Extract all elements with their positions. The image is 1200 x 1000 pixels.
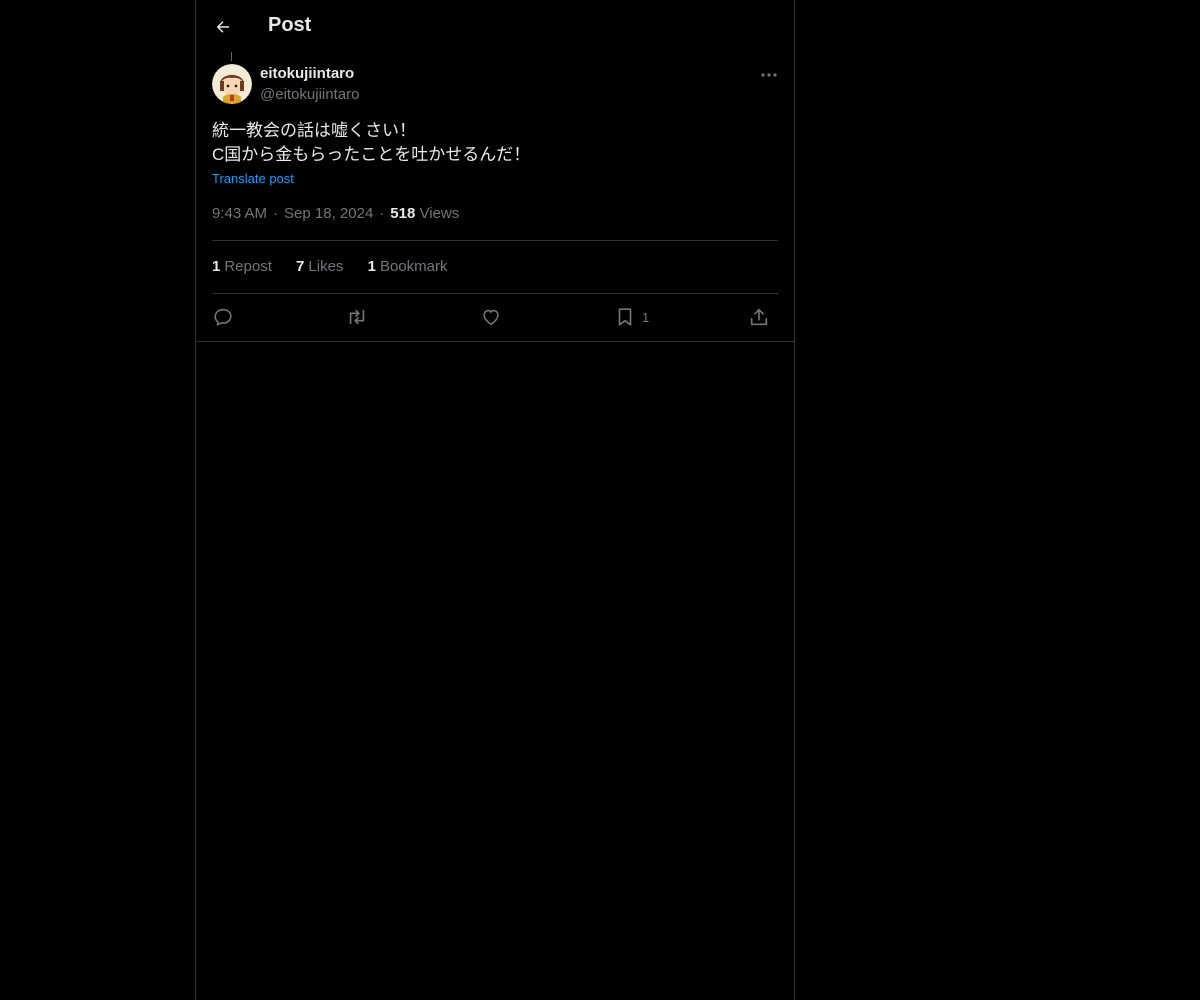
- post-detail-column: Post eitokujiintaro @eitokujiintaro 統一教会…: [195, 0, 795, 1000]
- post-bottom-border: [196, 341, 794, 342]
- separator-dot: ·: [379, 205, 385, 222]
- share-icon: [750, 308, 768, 326]
- more-options-button[interactable]: [756, 64, 782, 86]
- bookmarks-stat[interactable]: 1 Bookmark: [368, 258, 448, 275]
- repost-button[interactable]: [346, 304, 368, 330]
- action-bar: 1: [212, 300, 778, 334]
- views-count: 518: [390, 205, 416, 222]
- bookmark-count: 1: [642, 309, 650, 325]
- page-header: Post: [196, 0, 794, 53]
- reposts-label: Repost: [224, 258, 272, 275]
- heart-icon: [483, 309, 499, 326]
- translate-post-link[interactable]: Translate post: [212, 171, 294, 186]
- views-label: Views: [419, 205, 460, 222]
- repost-icon: [349, 309, 365, 325]
- post-date[interactable]: Sep 18, 2024: [284, 205, 373, 222]
- bookmark-icon: [618, 308, 632, 326]
- bookmarks-label: Bookmark: [379, 258, 448, 275]
- reply-icon: [214, 308, 232, 326]
- like-button[interactable]: [480, 304, 502, 330]
- back-button[interactable]: [208, 12, 238, 42]
- post-text: 統一教会の話は嘘くさい！ C国から金もらったことを吐かせるんだ！: [212, 121, 531, 164]
- avatar[interactable]: [212, 64, 252, 104]
- reposts-stat[interactable]: 1 Repost: [212, 258, 272, 275]
- separator-dot: ·: [273, 205, 279, 222]
- arrow-left-icon: [216, 21, 229, 33]
- thread-line: [231, 52, 232, 61]
- divider: [212, 293, 778, 294]
- likes-label: Likes: [308, 258, 344, 275]
- avatar-image: [212, 64, 252, 104]
- share-button[interactable]: [748, 304, 770, 330]
- reposts-count: 1: [212, 258, 221, 275]
- bookmarks-count: 1: [367, 258, 376, 275]
- post-time[interactable]: 9:43 AM: [212, 205, 267, 222]
- divider: [212, 240, 778, 241]
- post-meta: 9:43 AM · Sep 18, 2024 · 518 Views: [212, 205, 459, 222]
- more-horizontal-icon: [761, 73, 777, 77]
- display-name[interactable]: eitokujiintaro: [260, 65, 354, 82]
- likes-count: 7: [296, 258, 305, 275]
- user-handle[interactable]: @eitokujiintaro: [260, 86, 359, 103]
- bookmark-button[interactable]: 1: [614, 304, 649, 330]
- page-title: Post: [268, 14, 312, 36]
- post-stats: 1 Repost 7 Likes 1 Bookmark: [212, 258, 467, 275]
- likes-stat[interactable]: 7 Likes: [296, 258, 343, 275]
- reply-button[interactable]: [212, 304, 234, 330]
